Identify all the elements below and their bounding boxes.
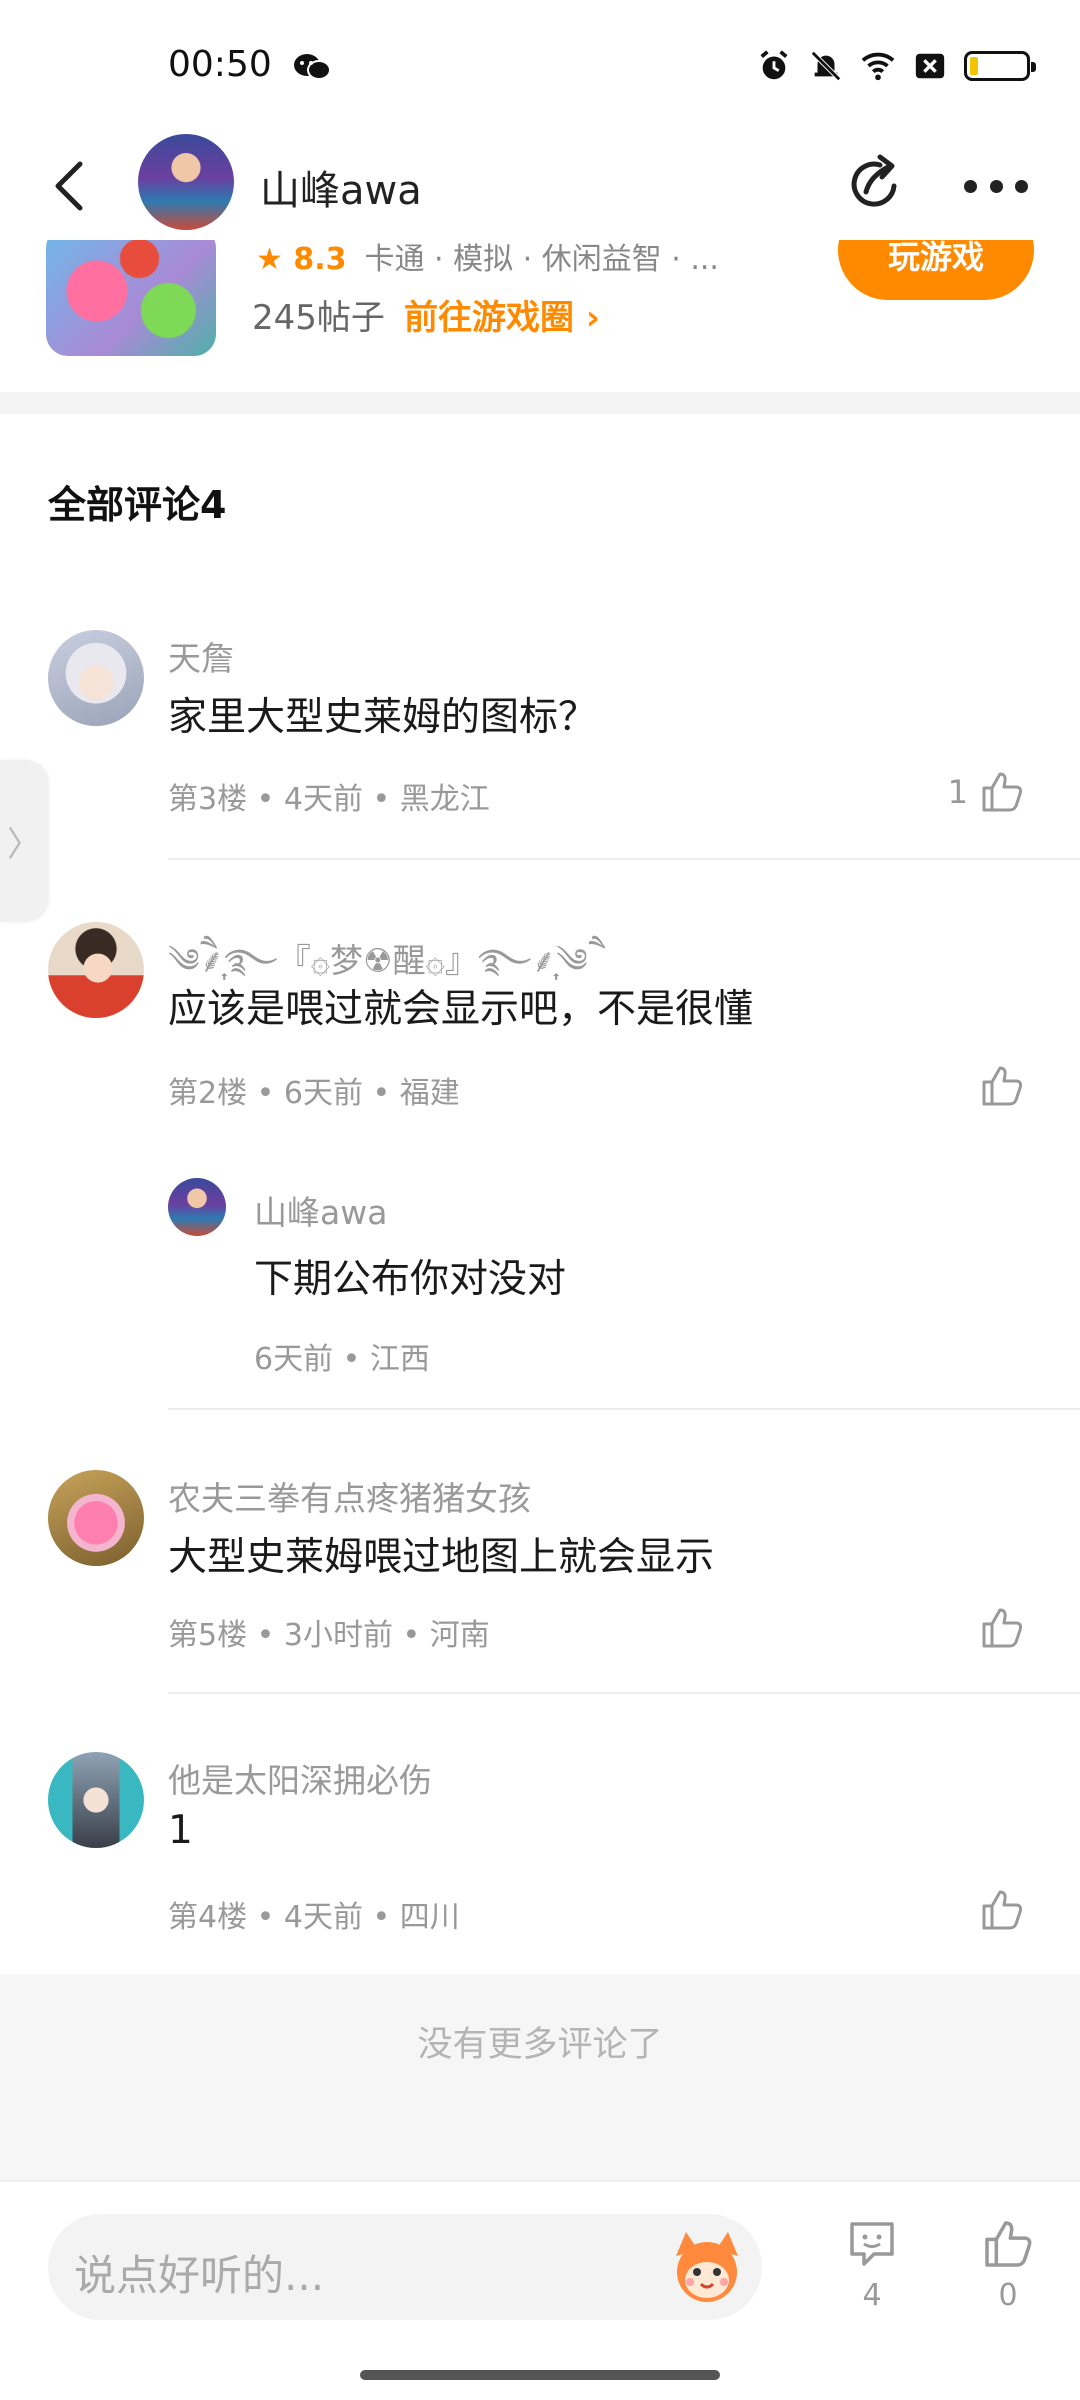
- post-like-button[interactable]: 0: [968, 2216, 1048, 2313]
- game-circle-link[interactable]: 前往游戏圈 ›: [404, 290, 600, 339]
- game-rating: 8.3: [293, 242, 347, 277]
- comment-author[interactable]: 天詹: [168, 632, 234, 680]
- avatar[interactable]: [48, 1752, 144, 1848]
- bottom-bar: 说点好听的... 4 0: [0, 2180, 1080, 2400]
- author-name[interactable]: 山峰awa: [260, 158, 422, 216]
- comment-text[interactable]: 1: [168, 1808, 193, 1853]
- game-post-count: 245帖子: [252, 298, 385, 338]
- wechat-icon: [292, 52, 332, 82]
- comment-author[interactable]: 他是太阳深拥必伤: [168, 1754, 432, 1802]
- dot-icon: [964, 179, 977, 193]
- thumbs-up-icon: [985, 2221, 1032, 2267]
- comment-author[interactable]: 农夫三拳有点疼猪猪女孩: [168, 1472, 531, 1520]
- like-button[interactable]: 1: [948, 768, 1026, 816]
- alarm-icon: [756, 48, 792, 84]
- reply-text[interactable]: 下期公布你对没对: [254, 1248, 566, 1304]
- game-icon: [46, 240, 216, 356]
- avatar[interactable]: [48, 922, 144, 1018]
- comment-meta: 第4楼 • 4天前 • 四川: [168, 1900, 460, 1935]
- comment-input[interactable]: 说点好听的...: [48, 2214, 762, 2320]
- game-card[interactable]: ★ 8.3 卡通 · 模拟 · 休闲益智 · ... 245帖子 前往游戏圈 › …: [0, 240, 1080, 390]
- section-divider: [0, 392, 1080, 414]
- sim-off-icon: [912, 48, 948, 84]
- back-button[interactable]: [46, 158, 92, 214]
- comments-title: 全部评论4: [48, 483, 227, 527]
- dot-icon: [989, 179, 1003, 193]
- comment-input-placeholder: 说点好听的...: [74, 2251, 325, 2300]
- play-game-button[interactable]: 玩游戏: [838, 240, 1034, 300]
- comment-meta: 第2楼 • 6天前 • 福建: [168, 1076, 460, 1111]
- avatar[interactable]: [48, 1470, 144, 1566]
- dot-icon: [1015, 179, 1028, 193]
- game-tags: 卡通 · 模拟 · 休闲益智 · ...: [364, 242, 719, 277]
- thumbs-up-icon: [982, 1608, 1023, 1648]
- comment-item: ༄ཻ⸙͎࿐『۞梦☢醒۞』࿐⸙͎༄ཻ 应该是喂过就会显示吧，不是很懂 第2楼 • …: [0, 922, 1080, 1412]
- avatar[interactable]: [48, 630, 144, 726]
- mascot-emoji-icon[interactable]: [666, 2226, 748, 2308]
- like-button[interactable]: [968, 1604, 1026, 1652]
- comment-item: 农夫三拳有点疼猪猪女孩 大型史莱姆喂过地图上就会显示 第5楼 • 3小时前 • …: [0, 1470, 1080, 1694]
- comment-separator: [168, 1692, 1080, 1694]
- comment-meta: 第3楼 • 4天前 • 黑龙江: [168, 782, 490, 817]
- more-options-button[interactable]: [964, 176, 1028, 196]
- reply-author[interactable]: 山峰awa: [254, 1186, 387, 1234]
- comment-meta: 第5楼 • 3小时前 • 河南: [168, 1618, 490, 1653]
- comment-separator: [168, 858, 1080, 860]
- thumbs-up-icon: [982, 1066, 1023, 1106]
- status-time: 00:50: [168, 44, 272, 85]
- thumbs-up-icon: [982, 772, 1023, 812]
- comment-item: 他是太阳深拥必伤 1 第4楼 • 4天前 • 四川: [0, 1752, 1080, 1974]
- reply-meta: 6天前 • 江西: [254, 1342, 430, 1377]
- status-bar: 00:50: [0, 0, 1080, 130]
- author-avatar[interactable]: [138, 134, 234, 230]
- comment-text[interactable]: 家里大型史莱姆的图标？: [168, 686, 597, 742]
- game-meta: ★ 8.3 卡通 · 模拟 · 休闲益智 · ...: [256, 240, 719, 278]
- comment-text[interactable]: 大型史莱姆喂过地图上就会显示: [168, 1526, 714, 1582]
- home-indicator[interactable]: [360, 2370, 720, 2380]
- no-more-comments: 没有更多评论了: [0, 1974, 1080, 2180]
- share-button[interactable]: [844, 152, 908, 216]
- comment-icon: [850, 2222, 894, 2266]
- wifi-icon: [860, 48, 896, 84]
- like-count: 1: [947, 773, 968, 811]
- status-icons: [756, 48, 1036, 84]
- share-icon: [851, 154, 897, 207]
- thumbs-up-icon: [982, 1890, 1023, 1930]
- comment-separator: [168, 1408, 1080, 1410]
- comment-text[interactable]: 应该是喂过就会显示吧，不是很懂: [168, 978, 753, 1034]
- comment-item: 天詹 家里大型史莱姆的图标？ 第3楼 • 4天前 • 黑龙江 1: [0, 630, 1080, 860]
- chevron-left-icon: [55, 161, 83, 211]
- like-button[interactable]: [968, 1062, 1026, 1110]
- side-drawer-tab[interactable]: 〉: [0, 760, 48, 922]
- comment-count-button[interactable]: 4: [832, 2216, 912, 2313]
- post-header: 山峰awa: [0, 130, 1080, 240]
- comment-count: 4: [862, 2278, 882, 2313]
- post-like-count: 0: [998, 2278, 1018, 2313]
- star-icon: ★: [256, 242, 294, 277]
- like-button[interactable]: [968, 1886, 1026, 1934]
- reply-avatar[interactable]: [168, 1178, 226, 1236]
- battery-icon: [964, 51, 1036, 81]
- mute-icon: [808, 48, 844, 84]
